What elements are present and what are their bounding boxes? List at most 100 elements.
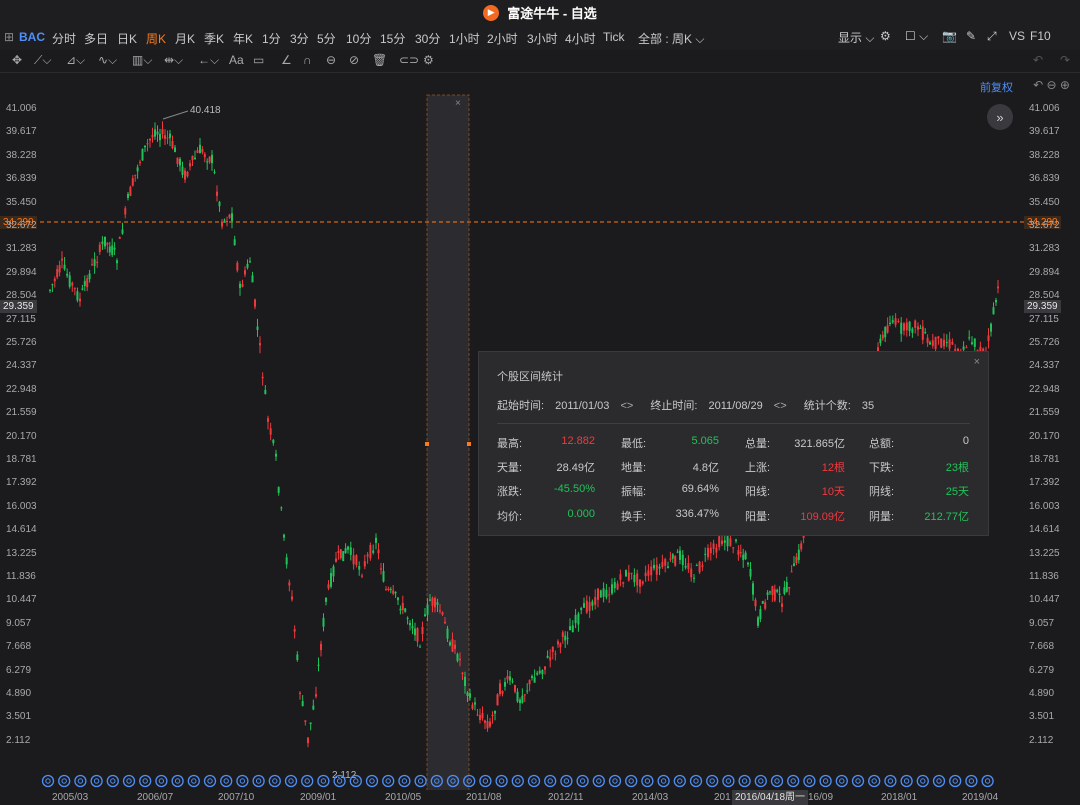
candle-body xyxy=(509,676,511,681)
y-tick-label: 25.726 xyxy=(1029,337,1060,348)
fib-tool-icon[interactable]: ▥⌵ xyxy=(132,53,152,68)
stats-divider xyxy=(497,423,970,424)
y-tick-label: 29.894 xyxy=(6,266,37,278)
candle-body xyxy=(186,171,189,177)
y-tick-label: 13.225 xyxy=(6,547,37,559)
candle-body xyxy=(937,336,940,339)
pen-icon[interactable]: ✎ xyxy=(966,29,976,43)
candle-body xyxy=(83,280,86,286)
candle-body xyxy=(757,617,759,626)
tab-period[interactable]: 日K xyxy=(117,30,137,47)
adjust-label[interactable]: 前复权 xyxy=(980,79,1013,95)
chart-ctrl-icons[interactable]: ↶ ⊖ ⊕ xyxy=(1033,78,1070,92)
candle-body xyxy=(900,322,903,334)
layout-icon[interactable]: ☐ ⌵ xyxy=(905,29,928,44)
stat-value: 4.8亿 xyxy=(692,462,719,474)
candle-body xyxy=(164,135,166,139)
tab-period[interactable]: Tick xyxy=(603,30,625,44)
tab-period[interactable]: 周K xyxy=(146,30,166,47)
undo-icon[interactable]: ↶ xyxy=(1033,53,1043,67)
candle-body xyxy=(191,155,194,161)
candle-body xyxy=(156,131,159,135)
settings-icon[interactable]: ⚙ xyxy=(880,29,891,43)
candle-body xyxy=(650,566,653,576)
tab-period[interactable]: 10分 xyxy=(346,30,371,47)
tab-period[interactable]: 1分 xyxy=(262,30,281,47)
text-tool-icon[interactable]: Aa xyxy=(229,53,244,67)
start-value[interactable]: 2011/01/03 xyxy=(555,400,609,412)
candle-body xyxy=(721,540,723,545)
f10-button[interactable]: F10 xyxy=(1030,29,1051,43)
tab-period[interactable]: 月K xyxy=(175,30,195,47)
stat-label: 阴量: xyxy=(869,511,895,523)
candle-body xyxy=(206,161,209,163)
candle-body xyxy=(392,590,395,594)
tab-period[interactable]: 年K xyxy=(233,30,253,47)
candle-body xyxy=(291,596,293,600)
y-tick-label: 4.890 xyxy=(1029,688,1055,699)
tab-period[interactable]: 3小时 xyxy=(527,30,558,47)
candle-body xyxy=(149,138,151,141)
arrow-tool-icon[interactable]: ←⌵ xyxy=(198,53,219,68)
candle-body xyxy=(795,557,798,564)
tab-period[interactable]: 季K xyxy=(204,30,224,47)
start-adjust-icon[interactable]: <> xyxy=(620,400,633,412)
note-tool-icon[interactable]: ▭ xyxy=(253,53,264,67)
eraser-icon[interactable]: ∠ xyxy=(281,53,292,67)
candle-body xyxy=(189,163,191,167)
grid-toggle-icon[interactable]: ⊞ xyxy=(4,30,14,44)
tab-period[interactable]: 分时 xyxy=(52,30,76,47)
redo-icon[interactable]: ↷ xyxy=(1060,53,1070,67)
trash-icon[interactable]: 🗑 xyxy=(372,53,387,67)
candle-body xyxy=(541,670,544,675)
display-menu[interactable]: 显示 ⌵ xyxy=(838,29,874,46)
candle-body xyxy=(194,157,196,160)
tab-period[interactable]: 5分 xyxy=(317,30,336,47)
y-tick-label: 20.170 xyxy=(1029,430,1060,442)
tab-period[interactable]: 15分 xyxy=(380,30,405,47)
candle-body xyxy=(218,201,221,207)
eye-icon[interactable]: ⊖ xyxy=(326,53,336,67)
candle-body xyxy=(233,239,236,246)
tab-period[interactable]: 4小时 xyxy=(565,30,596,47)
tab-period[interactable]: 1小时 xyxy=(449,30,480,47)
x-tick-label: 2007/10 xyxy=(218,792,255,803)
tab-period[interactable]: 多日 xyxy=(84,30,108,47)
count-label: 统计个数: xyxy=(803,400,851,412)
camera-icon[interactable]: 📷 xyxy=(942,29,957,43)
hide-icon[interactable]: ⊘ xyxy=(349,53,359,67)
tab-period[interactable]: 3分 xyxy=(290,30,309,47)
end-adjust-icon[interactable]: <> xyxy=(774,400,787,412)
close-icon[interactable]: × xyxy=(974,356,980,368)
channel-tool-icon[interactable]: ⊿⌵ xyxy=(66,53,85,68)
candle-body xyxy=(585,600,588,613)
line-tool-icon[interactable]: ⟋⌵ xyxy=(34,53,52,68)
candle-body xyxy=(669,558,672,560)
wave-tool-icon[interactable]: ∿⌵ xyxy=(98,53,117,68)
fullscreen-icon[interactable]: ⤢ xyxy=(987,29,997,44)
tab-period[interactable]: 2小时 xyxy=(487,30,518,47)
candle-body xyxy=(139,161,141,164)
measure-tool-icon[interactable]: ⇹⌵ xyxy=(164,53,183,68)
y-tick-label: 39.617 xyxy=(6,126,37,138)
candle-body xyxy=(231,213,233,221)
candle-body xyxy=(56,269,59,278)
link-icon[interactable]: ⊂⊃ xyxy=(399,53,419,67)
candle-body xyxy=(516,691,519,702)
draw-settings-icon[interactable]: ⚙ xyxy=(423,53,434,67)
candle-body xyxy=(277,487,280,493)
candle-body xyxy=(747,562,749,565)
vs-button[interactable]: VS xyxy=(1009,29,1025,43)
candle-body xyxy=(569,626,571,631)
y-tick-label: 28.504 xyxy=(6,290,37,302)
candle-body xyxy=(693,577,695,579)
y-tick-label: 7.668 xyxy=(6,641,32,653)
magnet-icon[interactable]: ∩ xyxy=(303,53,312,67)
move-icon[interactable]: ✥ xyxy=(12,53,22,67)
range-select[interactable]: 全部 : 周K ⌵ xyxy=(638,30,704,47)
selection-close-icon[interactable]: × xyxy=(455,98,1025,109)
tab-period[interactable]: 30分 xyxy=(415,30,440,47)
candle-body xyxy=(940,338,943,348)
symbol-label[interactable]: BAC xyxy=(19,30,45,44)
end-value[interactable]: 2011/08/29 xyxy=(708,400,762,412)
